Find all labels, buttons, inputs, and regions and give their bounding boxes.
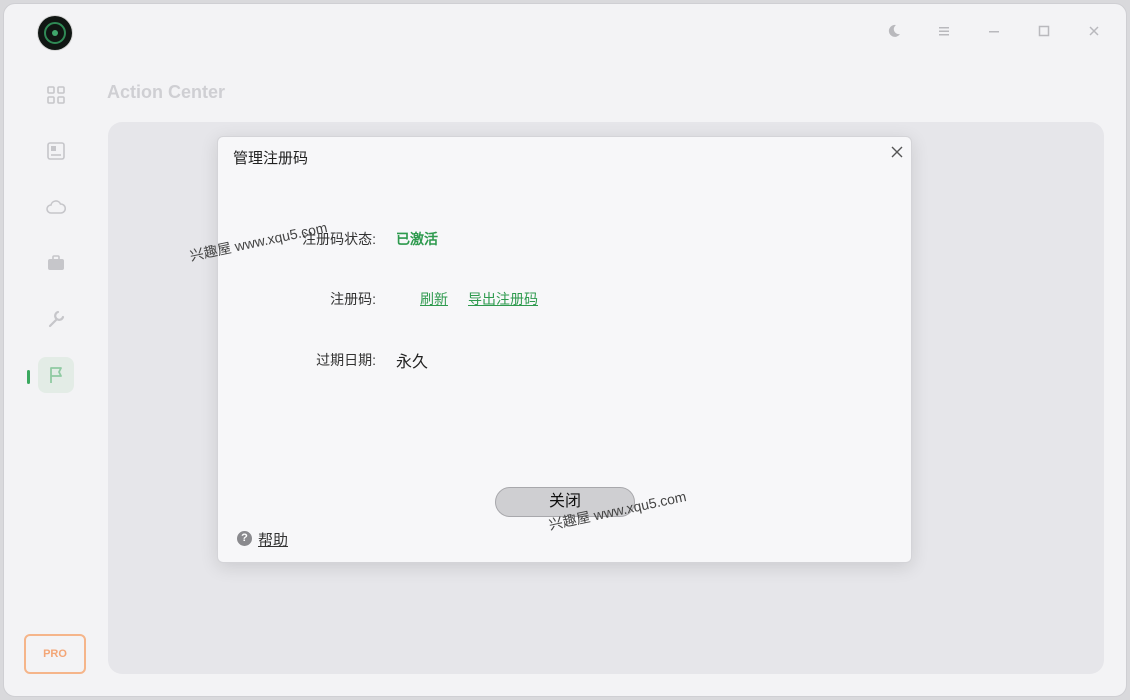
sidebar-item-tools[interactable]	[38, 301, 74, 337]
apps-icon	[47, 86, 65, 104]
refresh-link[interactable]: 刷新	[420, 289, 448, 309]
dialog-close-icon[interactable]	[888, 143, 906, 161]
sidebar-item-apps[interactable]	[38, 77, 74, 113]
license-dialog: 管理注册码 注册码状态: 已激活 注册码: 刷新 导出注册码 过期日期: 永久 …	[217, 136, 912, 563]
minimize-icon[interactable]	[984, 23, 1004, 43]
maximize-icon[interactable]	[1034, 23, 1054, 43]
help-label: 帮助	[258, 532, 289, 549]
pro-badge[interactable]: PRO	[24, 634, 86, 674]
sidebar-item-gallery[interactable]	[38, 133, 74, 169]
sidebar-item-action-center[interactable]	[38, 357, 74, 393]
gallery-icon	[47, 142, 65, 160]
app-logo	[38, 16, 72, 50]
page-title: Action Center	[107, 82, 226, 102]
export-code-link[interactable]: 导出注册码	[468, 289, 538, 309]
close-icon[interactable]	[1084, 23, 1104, 43]
dialog-title: 管理注册码	[233, 150, 309, 167]
code-label: 注册码:	[330, 291, 376, 307]
status-value: 已激活	[396, 231, 438, 247]
toolbox-icon	[48, 255, 64, 270]
expiry-label: 过期日期:	[316, 352, 376, 368]
help-icon: ?	[237, 531, 252, 546]
sidebar-item-toolbox[interactable]	[38, 245, 74, 281]
active-indicator	[27, 370, 30, 384]
sidebar-item-cloud[interactable]	[38, 189, 74, 225]
wrench-icon	[48, 310, 65, 328]
cloud-icon	[46, 200, 66, 214]
flag-icon	[50, 367, 62, 383]
moon-icon[interactable]	[884, 23, 904, 43]
expiry-value: 永久	[396, 354, 429, 371]
menu-icon[interactable]	[934, 23, 954, 43]
